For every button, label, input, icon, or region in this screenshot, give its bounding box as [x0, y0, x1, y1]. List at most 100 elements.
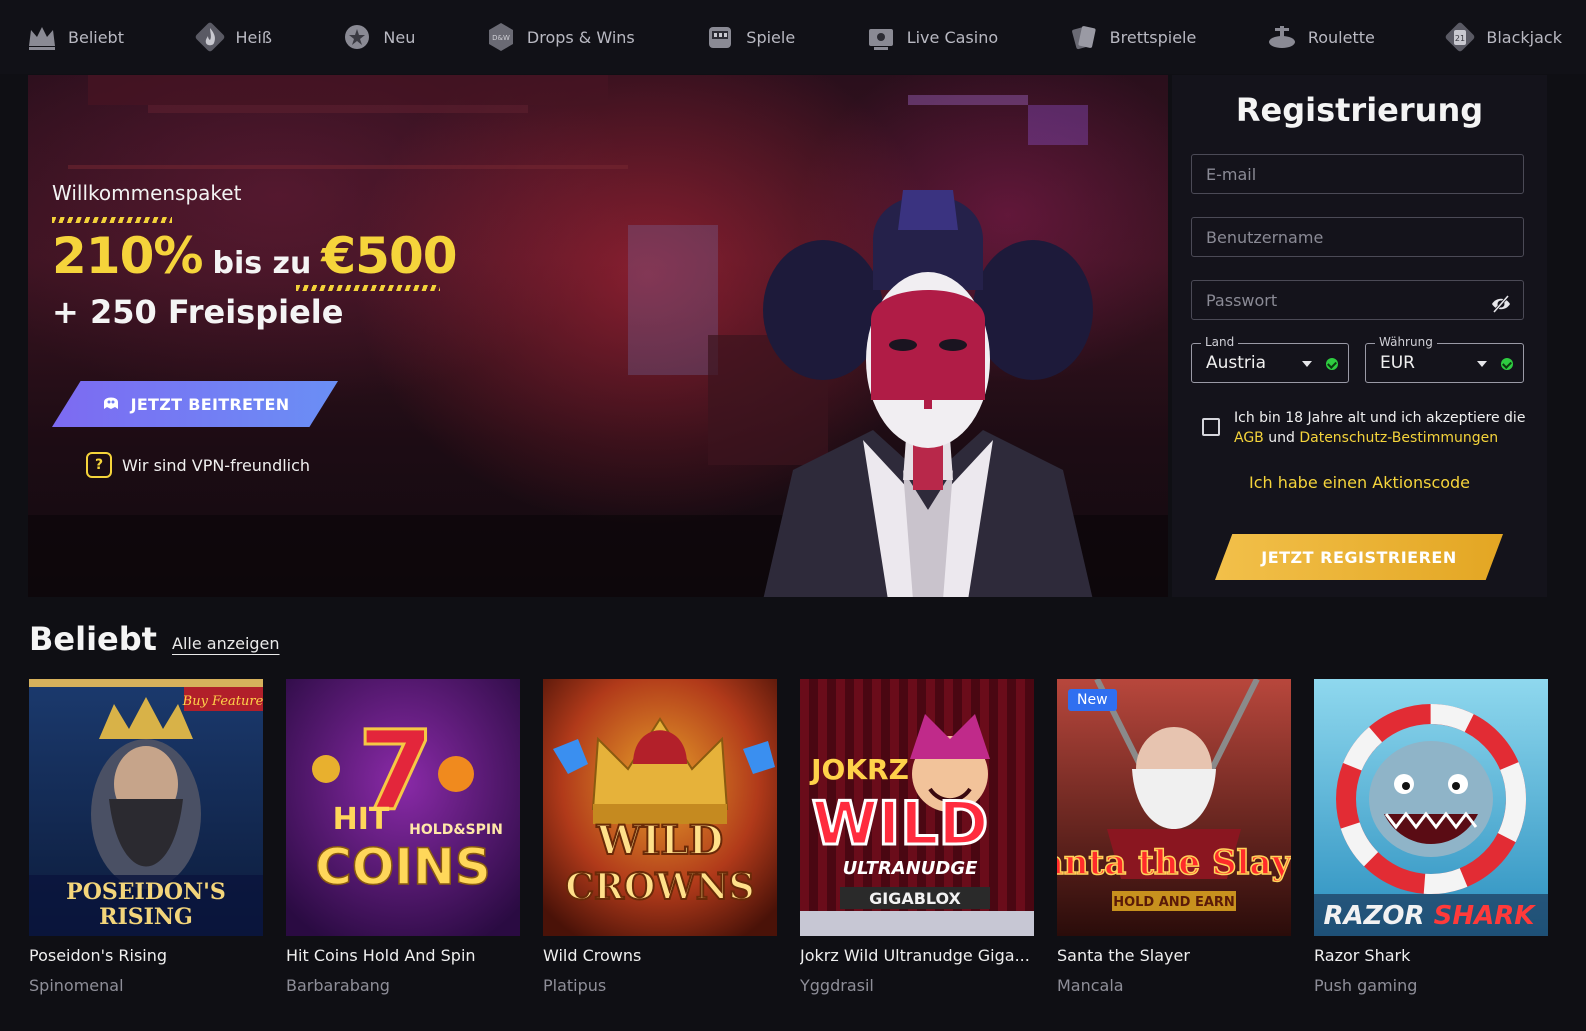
currency-label: Währung: [1375, 335, 1437, 349]
game-thumbnail: Santa the Slayer HOLD AND EARN New: [1057, 679, 1291, 936]
password-field[interactable]: [1191, 280, 1524, 320]
nav-label: Drops & Wins: [526, 27, 635, 47]
game-card[interactable]: Santa the Slayer HOLD AND EARN New Santa…: [1057, 679, 1291, 995]
roulette-icon: [1264, 19, 1300, 55]
svg-text:RISING: RISING: [99, 904, 193, 930]
nav-label: Beliebt: [68, 27, 124, 47]
join-now-button[interactable]: JETZT BEITRETEN: [52, 381, 338, 427]
svg-text:GIGABLOX: GIGABLOX: [869, 889, 961, 908]
vpn-shield-icon: ?: [86, 452, 112, 478]
country-select[interactable]: Land Austria: [1191, 335, 1349, 383]
svg-text:POSEIDON'S: POSEIDON'S: [66, 879, 226, 905]
nav-item-drops-wins[interactable]: D&W Drops & Wins: [483, 19, 635, 55]
offer-percent: 210%: [52, 227, 203, 285]
nav-item-heiss[interactable]: Heiß: [192, 19, 272, 55]
offer-upto: bis zu: [212, 246, 312, 281]
svg-text:COINS: COINS: [315, 838, 491, 896]
currency-select[interactable]: Währung EUR: [1365, 335, 1524, 383]
new-icon: [339, 19, 375, 55]
chevron-down-icon: [1477, 361, 1487, 367]
terms-checkbox[interactable]: [1202, 418, 1220, 436]
game-card[interactable]: 7 HIT HOLD&SPIN COINS Hit Coins Hold And…: [286, 679, 520, 995]
nav-item-spiele[interactable]: Spiele: [702, 19, 795, 55]
svg-text:21: 21: [1455, 34, 1465, 43]
game-card[interactable]: RAZOR SHARK Razor Shark Push gaming: [1314, 679, 1548, 995]
ghost-icon: [101, 393, 121, 415]
game-thumbnail: RAZOR SHARK: [1314, 679, 1548, 936]
currency-value: EUR: [1380, 353, 1415, 373]
nav-label: Live Casino: [906, 27, 999, 47]
nav-item-beliebt[interactable]: Beliebt: [24, 19, 124, 55]
svg-text:SHARK: SHARK: [1434, 901, 1537, 931]
terms-text: Ich bin 18 Jahre alt und ich akzeptiere …: [1234, 410, 1526, 426]
game-title: Jokrz Wild Ultranudge Giga...: [800, 946, 1030, 965]
terms-link-privacy[interactable]: Datenschutz-Bestimmungen: [1299, 430, 1498, 446]
nav-label: Roulette: [1307, 27, 1375, 47]
username-field[interactable]: [1191, 217, 1524, 257]
vpn-friendly-note: ? Wir sind VPN-freundlich: [86, 452, 310, 478]
game-provider: Mancala: [1057, 976, 1124, 995]
top-navigation: Beliebt Heiß Neu D&W Drops & Wins Spiele…: [0, 0, 1586, 74]
blackjack-icon: 21: [1442, 19, 1478, 55]
welcome-offer: Willkommenspaket 210% bis zu €500 + 250 …: [52, 181, 458, 331]
art-tag: HOLD AND EARN: [1113, 895, 1235, 910]
svg-text:JOKRZ: JOKRZ: [809, 753, 909, 786]
game-provider: Spinomenal: [29, 976, 124, 995]
section-title: Beliebt: [29, 620, 157, 658]
see-all-link[interactable]: Alle anzeigen: [172, 634, 280, 653]
chevron-down-icon: [1302, 361, 1312, 367]
nav-item-neu[interactable]: Neu: [339, 19, 415, 55]
terms-text-block: Ich bin 18 Jahre alt und ich akzeptiere …: [1234, 408, 1534, 448]
game-provider: Yggdrasil: [800, 976, 874, 995]
terms-agreement: Ich bin 18 Jahre alt und ich akzeptiere …: [1202, 408, 1534, 448]
nav-label: Brettspiele: [1109, 27, 1197, 47]
svg-text:HIT: HIT: [333, 802, 390, 837]
game-card[interactable]: WILD CROWNS Wild Crowns Platipus: [543, 679, 777, 995]
decorative-hatch: [296, 285, 440, 291]
svg-text:D&W: D&W: [492, 34, 510, 42]
hide-password-icon[interactable]: [1490, 293, 1512, 315]
register-label: JETZT REGISTRIEREN: [1261, 547, 1457, 567]
game-thumbnail: JOKRZ WILD ULTRANUDGE GIGABLOX: [800, 679, 1034, 936]
join-now-label: JETZT BEITRETEN: [130, 394, 290, 414]
game-title: Santa the Slayer: [1057, 946, 1190, 965]
nav-item-blackjack[interactable]: 21 Blackjack: [1442, 19, 1562, 55]
terms-and: und: [1268, 430, 1295, 446]
game-thumbnail: Buy Feature POSEIDON'S RISING: [29, 679, 263, 936]
welcome-package-label: Willkommenspaket: [52, 181, 242, 205]
svg-text:RAZOR: RAZOR: [1323, 901, 1424, 931]
geisha-character-illustration: [763, 190, 1093, 597]
nav-item-live-casino[interactable]: Live Casino: [863, 19, 998, 55]
game-title: Hit Coins Hold And Spin: [286, 946, 476, 965]
svg-text:WILD: WILD: [812, 789, 989, 859]
check-valid-icon: [1501, 358, 1513, 370]
game-card[interactable]: JOKRZ WILD ULTRANUDGE GIGABLOX Jokrz Wil…: [800, 679, 1034, 995]
game-card[interactable]: Buy Feature POSEIDON'S RISING Poseidon's…: [29, 679, 263, 995]
drops-wins-icon: D&W: [483, 19, 519, 55]
art-tag: Buy Feature: [182, 694, 263, 709]
game-provider: Barbarabang: [286, 976, 390, 995]
register-button[interactable]: JETZT REGISTRIEREN: [1215, 534, 1503, 580]
svg-text:CROWNS: CROWNS: [565, 866, 754, 908]
email-field[interactable]: [1191, 154, 1524, 194]
svg-text:Santa the Slayer: Santa the Slayer: [1057, 843, 1291, 883]
flame-icon: [192, 19, 228, 55]
nav-label: Blackjack: [1486, 27, 1562, 47]
svg-text:ULTRANUDGE: ULTRANUDGE: [843, 858, 979, 879]
terms-link-agb[interactable]: AGB: [1234, 430, 1264, 446]
game-thumbnail: WILD CROWNS: [543, 679, 777, 936]
game-thumbnail: 7 HIT HOLD&SPIN COINS: [286, 679, 520, 936]
crown-icon: [24, 19, 60, 55]
promo-code-link[interactable]: Ich habe einen Aktionscode: [1172, 473, 1547, 492]
nav-item-roulette[interactable]: Roulette: [1264, 19, 1375, 55]
nav-label: Neu: [383, 27, 416, 47]
country-label: Land: [1201, 335, 1239, 349]
game-title: Poseidon's Rising: [29, 946, 168, 965]
new-badge: New: [1068, 689, 1117, 711]
svg-text:HOLD&SPIN: HOLD&SPIN: [409, 822, 503, 838]
game-title: Wild Crowns: [543, 946, 642, 965]
offer-amount: €500: [321, 227, 457, 285]
check-valid-icon: [1326, 358, 1338, 370]
nav-item-brettspiele[interactable]: Brettspiele: [1066, 19, 1197, 55]
game-provider: Platipus: [543, 976, 607, 995]
